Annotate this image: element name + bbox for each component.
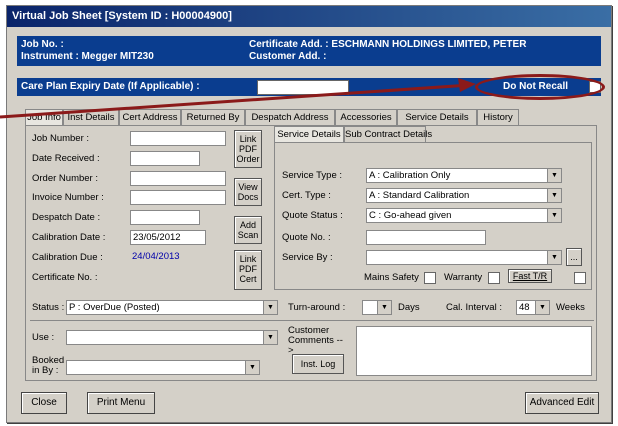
- cal-interval-value: 48: [519, 302, 530, 313]
- despatch-date-field[interactable]: [130, 210, 200, 225]
- service-type-value: A : Calibration Only: [369, 170, 451, 181]
- job-number-field[interactable]: [130, 131, 226, 146]
- inst-log-button[interactable]: Inst. Log: [292, 354, 344, 374]
- tab-cert-address[interactable]: Cert Address: [119, 109, 181, 125]
- link-pdf-order-button[interactable]: Link PDF Order: [234, 130, 262, 168]
- chevron-down-icon[interactable]: ▼: [535, 301, 549, 314]
- advanced-edit-button[interactable]: Advanced Edit: [525, 392, 599, 414]
- service-by-select[interactable]: ▼: [366, 250, 562, 265]
- warranty-checkbox[interactable]: [488, 272, 500, 284]
- cal-interval-select[interactable]: 48 ▼: [516, 300, 550, 315]
- invoice-number-label: Invoice Number :: [32, 192, 104, 203]
- date-received-label: Date Received :: [32, 153, 100, 164]
- date-received-field[interactable]: [130, 151, 200, 166]
- chevron-down-icon[interactable]: ▼: [263, 331, 277, 344]
- chevron-down-icon[interactable]: ▼: [245, 361, 259, 374]
- status-label: Status :: [32, 302, 65, 313]
- order-number-field[interactable]: [130, 171, 226, 186]
- job-number-label: Job Number :: [32, 133, 90, 144]
- booked-in-by-label: Booked in By :: [32, 355, 65, 376]
- highlight-ellipse: [475, 74, 605, 100]
- status-value: P : OverDue (Posted): [69, 302, 160, 313]
- turnaround-select[interactable]: ▼: [362, 300, 392, 315]
- customer-address-label: Customer Add. :: [249, 51, 327, 62]
- chevron-down-icon[interactable]: ▼: [547, 189, 561, 202]
- quote-no-field[interactable]: [366, 230, 486, 245]
- cert-type-value: A : Standard Calibration: [369, 190, 470, 201]
- service-type-label: Service Type :: [282, 170, 343, 181]
- calibration-date-label: Calibration Date :: [32, 232, 106, 243]
- calibration-date-field[interactable]: 23/05/2012: [130, 230, 206, 245]
- quote-status-label: Quote Status :: [282, 210, 343, 221]
- print-menu-button[interactable]: Print Menu: [87, 392, 155, 414]
- cert-type-label: Cert. Type :: [282, 190, 331, 201]
- view-docs-button[interactable]: View Docs: [234, 178, 262, 206]
- turnaround-label: Turn-around :: [288, 302, 346, 313]
- days-label: Days: [398, 302, 420, 313]
- cert-type-select[interactable]: A : Standard Calibration ▼: [366, 188, 562, 203]
- status-select[interactable]: P : OverDue (Posted) ▼: [66, 300, 278, 315]
- tab-returned-by[interactable]: Returned By: [181, 109, 245, 125]
- tab-despatch-address[interactable]: Despatch Address: [245, 109, 335, 125]
- job-no-label: Job No. :: [21, 39, 64, 50]
- chevron-down-icon[interactable]: ▼: [547, 251, 561, 264]
- customer-comments-textarea[interactable]: [356, 326, 592, 376]
- use-select[interactable]: ▼: [66, 330, 278, 345]
- use-label: Use :: [32, 332, 55, 343]
- title-bar: Virtual Job Sheet [System ID : H00004900…: [7, 6, 611, 27]
- tab-history[interactable]: History: [477, 109, 519, 125]
- add-scan-button[interactable]: Add Scan: [234, 216, 262, 244]
- close-button[interactable]: Close: [21, 392, 67, 414]
- customer-comments-label: Customer Comments -->: [288, 325, 343, 356]
- mains-safety-checkbox[interactable]: [424, 272, 436, 284]
- booked-in-by-select[interactable]: ▼: [66, 360, 260, 375]
- chevron-down-icon[interactable]: ▼: [377, 301, 391, 314]
- calibration-due-label: Calibration Due :: [32, 252, 103, 263]
- divider: [30, 320, 594, 321]
- subtab-sub-contract-details[interactable]: Sub Contract Details: [344, 126, 432, 142]
- mains-safety-label: Mains Safety: [364, 272, 419, 283]
- weeks-label: Weeks: [556, 302, 585, 313]
- quote-status-select[interactable]: C : Go-ahead given ▼: [366, 208, 562, 223]
- tab-service-details[interactable]: Service Details: [397, 109, 477, 125]
- instrument-label: Instrument : Megger MIT230: [21, 51, 154, 62]
- job-header-panel: Job No. : Instrument : Megger MIT230 Cer…: [17, 36, 601, 66]
- tab-inst-details[interactable]: Inst Details: [63, 109, 119, 125]
- chevron-down-icon[interactable]: ▼: [547, 169, 561, 182]
- tab-job-info[interactable]: Job Info: [25, 109, 63, 126]
- order-number-label: Order Number :: [32, 173, 98, 184]
- calibration-due-value: 24/04/2013: [130, 250, 206, 265]
- service-type-select[interactable]: A : Calibration Only ▼: [366, 168, 562, 183]
- job-sheet-window: Virtual Job Sheet [System ID : H00004900…: [6, 5, 612, 423]
- quote-status-value: C : Go-ahead given: [369, 210, 452, 221]
- care-plan-expiry-input[interactable]: [257, 80, 349, 95]
- chevron-down-icon[interactable]: ▼: [547, 209, 561, 222]
- warranty-label: Warranty: [444, 272, 483, 283]
- window-title: Virtual Job Sheet [System ID : H00004900…: [12, 10, 232, 22]
- quote-no-label: Quote No. :: [282, 232, 331, 243]
- certificate-address-label: Certificate Add. : ESCHMANN HOLDINGS LIM…: [249, 39, 527, 50]
- invoice-number-field[interactable]: [130, 190, 226, 205]
- subtab-service-details[interactable]: Service Details: [274, 126, 344, 143]
- service-by-label: Service By :: [282, 252, 333, 263]
- link-pdf-cert-button[interactable]: Link PDF Cert: [234, 250, 262, 290]
- service-by-lookup-button[interactable]: ...: [566, 248, 582, 266]
- cal-interval-label: Cal. Interval :: [446, 302, 502, 313]
- job-info-panel: Job Number : Date Received : Order Numbe…: [25, 125, 597, 381]
- tab-accessories[interactable]: Accessories: [335, 109, 397, 125]
- care-plan-label: Care Plan Expiry Date (If Applicable) :: [21, 81, 200, 92]
- fast-tr-checkbox[interactable]: [574, 272, 586, 284]
- despatch-date-label: Despatch Date :: [32, 212, 101, 223]
- certificate-no-label: Certificate No. :: [32, 272, 98, 283]
- chevron-down-icon[interactable]: ▼: [263, 301, 277, 314]
- fast-tr-label: Fast T/R: [508, 269, 552, 283]
